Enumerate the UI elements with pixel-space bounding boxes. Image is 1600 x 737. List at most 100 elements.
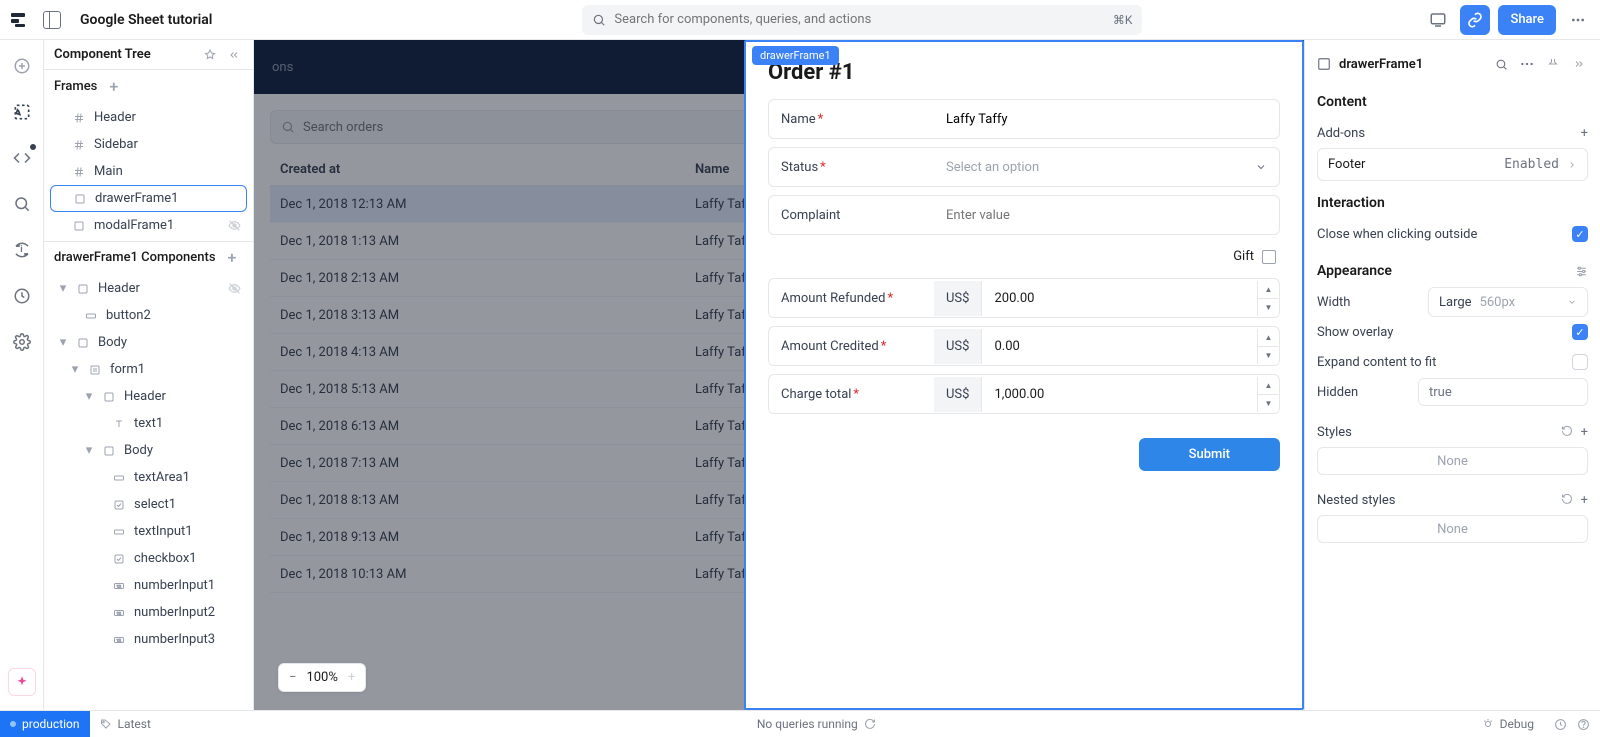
cell-created: Dec 1, 2018 12:13 AM: [270, 186, 685, 223]
gift-checkbox[interactable]: [1262, 250, 1276, 264]
app-logo-icon[interactable]: [8, 10, 28, 30]
comp-numberInput2[interactable]: 12numberInput2: [50, 599, 247, 626]
collapse-icon[interactable]: [225, 46, 243, 64]
reset-icon[interactable]: [1561, 425, 1573, 437]
frame-icon: [72, 219, 86, 233]
inspector-expand-icon[interactable]: [1570, 50, 1588, 78]
table-header[interactable]: Created at: [270, 154, 685, 186]
add-component-icon[interactable]: +: [228, 248, 237, 267]
credited-stepper[interactable]: ▲▼: [1257, 329, 1279, 364]
search-rail-icon[interactable]: [10, 192, 34, 216]
addons-add-icon[interactable]: +: [1581, 126, 1588, 141]
comp-select1[interactable]: select1: [50, 491, 247, 518]
hidden-input[interactable]: true: [1418, 378, 1588, 406]
more-menu-icon[interactable]: [1564, 6, 1592, 34]
status-label: Status: [781, 160, 818, 175]
nested-styles-add-icon[interactable]: +: [1581, 493, 1588, 508]
share-button[interactable]: Share: [1498, 5, 1556, 35]
svg-text:12: 12: [117, 637, 122, 642]
drawer-title: Order #1: [768, 60, 1280, 85]
inspector-search-icon[interactable]: [1492, 50, 1510, 78]
history-icon[interactable]: [10, 284, 34, 308]
component-tree-title: Component Tree: [54, 47, 151, 62]
charge-input[interactable]: 1,000.00: [982, 377, 1257, 412]
settings-icon[interactable]: [10, 330, 34, 354]
complaint-label: Complaint: [781, 208, 840, 223]
frame-item-Main[interactable]: Main: [50, 158, 247, 185]
expand-fit-toggle[interactable]: [1572, 354, 1588, 370]
comp-button2[interactable]: button2: [50, 302, 247, 329]
help-icon[interactable]: [1577, 718, 1590, 731]
version-item[interactable]: Latest: [90, 717, 161, 731]
frame-item-Sidebar[interactable]: Sidebar: [50, 131, 247, 158]
submit-button[interactable]: Submit: [1139, 438, 1280, 471]
add-icon[interactable]: [10, 54, 34, 78]
comp-textArea1[interactable]: textArea1: [50, 464, 247, 491]
breadcrumb-suffix: ons: [272, 60, 293, 75]
styles-add-icon[interactable]: +: [1581, 425, 1588, 440]
panel-toggle-icon[interactable]: [38, 6, 66, 34]
frame-item-Header[interactable]: Header: [50, 104, 247, 131]
add-frame-icon[interactable]: +: [109, 77, 118, 96]
svg-text:12: 12: [117, 583, 122, 588]
width-px: 560px: [1480, 295, 1516, 310]
name-input[interactable]: [946, 112, 1267, 127]
close-outside-toggle[interactable]: ✓: [1572, 226, 1588, 242]
comp-textInput1[interactable]: textInput1: [50, 518, 247, 545]
global-search-input[interactable]: [614, 12, 1104, 27]
inspector-pin-icon[interactable]: [1544, 50, 1562, 78]
cell-created: Dec 1, 2018 3:13 AM: [270, 297, 685, 334]
comp-checkbox1[interactable]: checkbox1: [50, 545, 247, 572]
chevron-down-icon: [1255, 161, 1267, 173]
frame-item-drawerFrame1[interactable]: drawerFrame1: [50, 185, 247, 212]
currency-prefix: US$: [934, 377, 982, 412]
credited-input[interactable]: 0.00: [982, 329, 1257, 364]
frame-item-modalFrame1[interactable]: modalFrame1: [50, 212, 247, 239]
complaint-row: Complaint: [768, 195, 1280, 235]
reset-icon[interactable]: [1561, 493, 1573, 505]
debug-item[interactable]: Debug: [1472, 717, 1544, 731]
complaint-input[interactable]: [946, 208, 1267, 223]
comp-form-header[interactable]: ▾Header: [50, 383, 247, 410]
zoom-in-icon[interactable]: +: [348, 670, 355, 685]
comp-numberInput3[interactable]: 12numberInput3: [50, 626, 247, 653]
width-row: Width Large 560px: [1317, 287, 1588, 317]
visibility-icon[interactable]: [228, 219, 241, 232]
svg-text:12: 12: [117, 610, 122, 615]
visibility-icon[interactable]: [228, 282, 241, 295]
clock-icon[interactable]: [1554, 718, 1567, 731]
zoom-out-icon[interactable]: −: [289, 670, 296, 685]
frame-label: modalFrame1: [94, 218, 174, 233]
cell-created: Dec 1, 2018 1:13 AM: [270, 223, 685, 260]
inspector-title: drawerFrame1: [1339, 57, 1423, 72]
preview-icon[interactable]: [1424, 6, 1452, 34]
charge-stepper[interactable]: ▲▼: [1257, 377, 1279, 412]
comp-header[interactable]: ▾Header: [50, 275, 247, 302]
pin-icon[interactable]: [201, 46, 219, 64]
state-icon[interactable]: i: [10, 238, 34, 262]
link-button[interactable]: [1460, 5, 1490, 35]
gift-label: Gift: [1233, 249, 1254, 264]
components-icon[interactable]: [10, 100, 34, 124]
comp-form1[interactable]: ▾form1: [50, 356, 247, 383]
status-select[interactable]: Select an option: [934, 152, 1279, 183]
refresh-icon[interactable]: [864, 718, 876, 730]
footer-addon[interactable]: Footer Enabled: [1317, 148, 1588, 181]
ai-sparkle-icon[interactable]: [8, 668, 36, 696]
width-select[interactable]: Large 560px: [1428, 287, 1588, 317]
refunded-input[interactable]: 200.00: [982, 281, 1257, 316]
global-search[interactable]: ⌘K: [582, 5, 1142, 35]
environment-badge[interactable]: production: [0, 711, 90, 737]
comp-form-body[interactable]: ▾Body: [50, 437, 247, 464]
comp-body[interactable]: ▾Body: [50, 329, 247, 356]
inspector-more-icon[interactable]: [1518, 50, 1536, 78]
code-icon[interactable]: [10, 146, 34, 170]
show-overlay-toggle[interactable]: ✓: [1572, 324, 1588, 340]
drawer-frame[interactable]: drawerFrame1 Order #1 Name* Status* Sele…: [744, 40, 1304, 710]
styles-none: None: [1317, 447, 1588, 475]
appearance-settings-icon[interactable]: [1575, 265, 1588, 278]
comp-numberInput1[interactable]: 12numberInput1: [50, 572, 247, 599]
zoom-control[interactable]: − 100% +: [278, 663, 366, 692]
refunded-stepper[interactable]: ▲▼: [1257, 281, 1279, 316]
comp-text1[interactable]: text1: [50, 410, 247, 437]
